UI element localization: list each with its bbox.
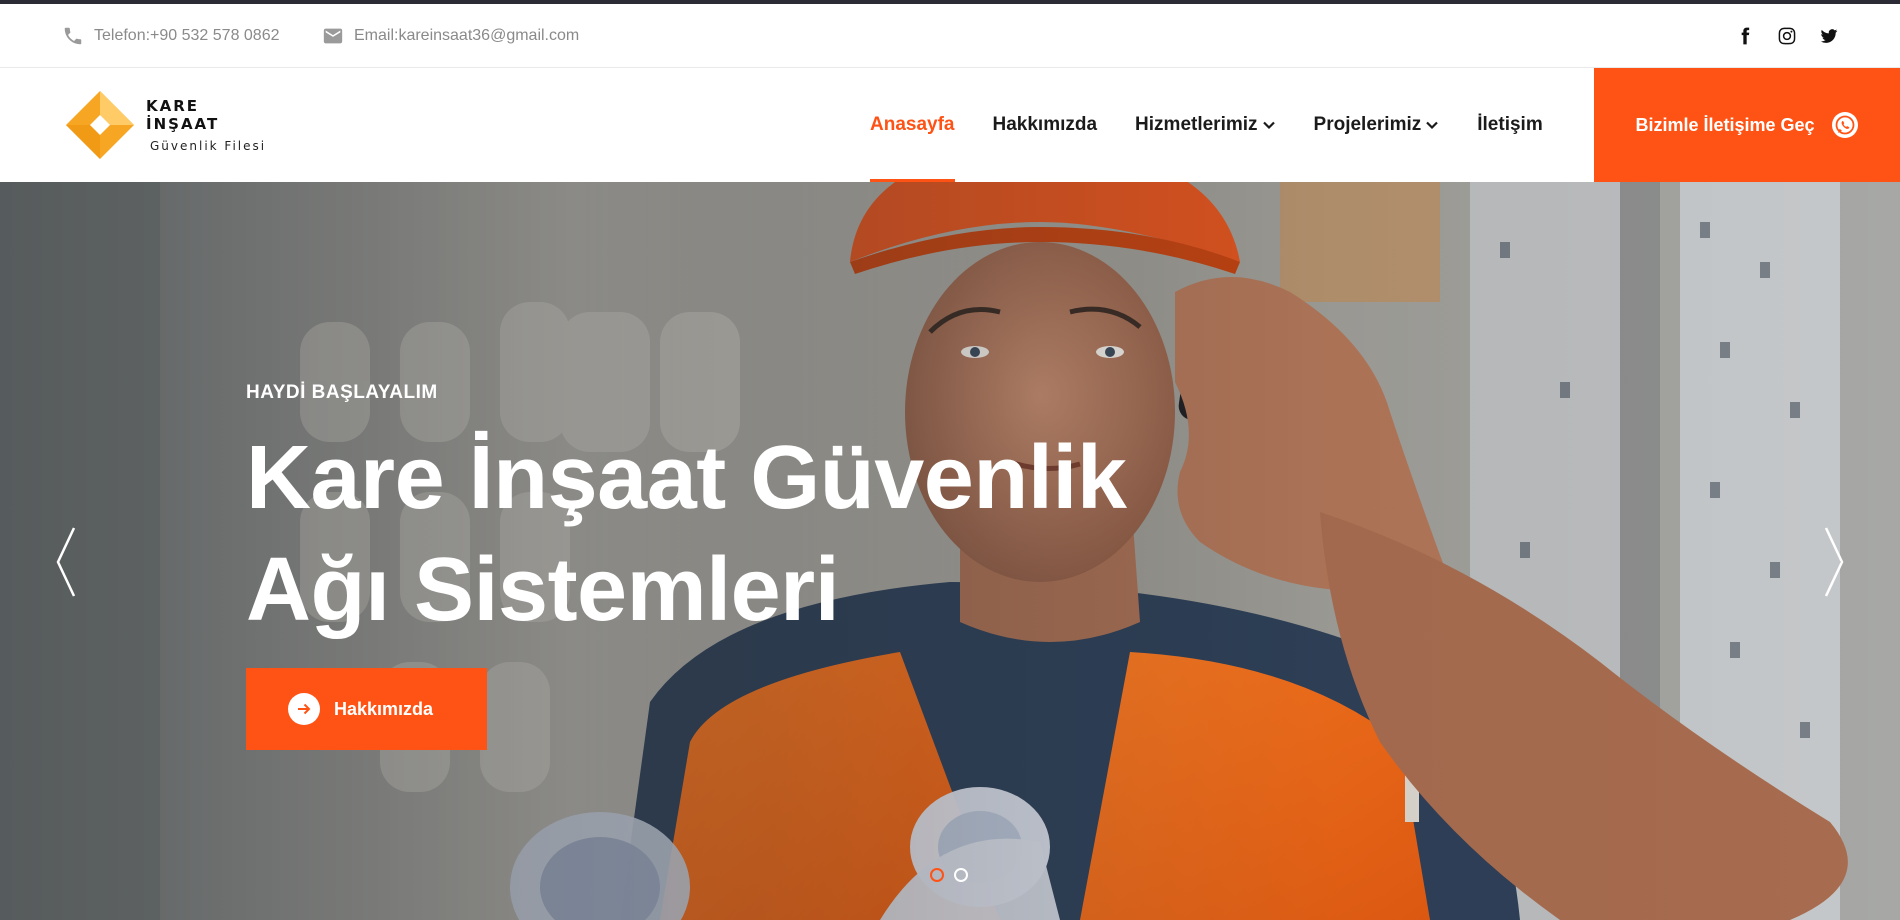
nav-item-hakkimizda[interactable]: Hakkımızda (993, 68, 1098, 182)
arrow-right-icon (288, 693, 320, 725)
nav-item-label: Hakkımızda (992, 114, 1098, 135)
logo-title: KARE İNŞAAT (146, 97, 220, 133)
logo-subtitle: Güvenlik Filesi (150, 139, 267, 153)
hero-headline: Kare İnşaat Güvenlik Ağı Sistemleri (246, 422, 1246, 646)
twitter-icon[interactable] (1818, 25, 1840, 47)
chevron-down-icon (1426, 121, 1439, 130)
slider-next-arrow[interactable] (1814, 522, 1854, 602)
nav-item-hizmetlerimiz[interactable]: Hizmetlerimiz (1135, 68, 1275, 182)
logo-diamond-icon (64, 89, 136, 161)
nav-item-label: İletişim (1477, 114, 1543, 135)
slider-dot-1[interactable] (930, 868, 944, 882)
nav-item-iletisim[interactable]: İletişim (1477, 68, 1542, 182)
email-contact[interactable]: Email:kareinsaat36@gmail.com (322, 4, 579, 68)
contact-cta-button[interactable]: Bizimle İletişime Geç (1594, 68, 1900, 182)
nav-item-projelerimiz[interactable]: Projelerimiz (1314, 68, 1440, 182)
main-header: KARE İNŞAAT Güvenlik Filesi Anasayfa Hak… (0, 68, 1900, 182)
nav-item-label: Projelerimiz (1313, 114, 1422, 135)
slider-prev-arrow[interactable] (46, 522, 86, 602)
hero-eyebrow: HAYDİ BAŞLAYALIM (246, 382, 438, 403)
chevron-right-icon (1824, 527, 1844, 597)
hero-content: HAYDİ BAŞLAYALIM Kare İnşaat Güvenlik Ağ… (246, 382, 1246, 750)
phone-icon (64, 27, 82, 45)
hero-headline-line2: Ağı Sistemleri (246, 540, 840, 640)
hero-slider: HAYDİ BAŞLAYALIM Kare İnşaat Güvenlik Ağ… (0, 182, 1900, 920)
nav-item-label: Hizmetlerimiz (1135, 114, 1258, 135)
social-links (1734, 4, 1840, 68)
chevron-down-icon (1262, 121, 1275, 130)
hero-headline-line1: Kare İnşaat Güvenlik (246, 428, 1127, 528)
hero-button-label: Hakkımızda (334, 698, 434, 719)
nav-item-label: Anasayfa (870, 114, 955, 135)
phone-text: Telefon:+90 532 578 0862 (94, 27, 280, 44)
slider-dot-2[interactable] (954, 868, 968, 882)
email-text: Email:kareinsaat36@gmail.com (354, 27, 580, 44)
mail-icon (323, 28, 343, 44)
main-nav: Anasayfa Hakkımızda Hizmetlerimiz Projel… (870, 68, 1581, 182)
whatsapp-icon (1831, 112, 1858, 138)
topbar: Telefon:+90 532 578 0862 Email:kareinsaa… (0, 4, 1900, 68)
instagram-icon[interactable] (1776, 25, 1798, 47)
slider-pagination (930, 868, 968, 882)
phone-contact[interactable]: Telefon:+90 532 578 0862 (62, 4, 280, 68)
chevron-left-icon (56, 527, 76, 597)
logo[interactable]: KARE İNŞAAT Güvenlik Filesi (64, 88, 274, 162)
cta-label: Bizimle İletişime Geç (1635, 114, 1815, 135)
facebook-icon[interactable] (1734, 25, 1756, 47)
hero-about-button[interactable]: Hakkımızda (246, 668, 487, 750)
nav-item-anasayfa[interactable]: Anasayfa (870, 68, 955, 182)
